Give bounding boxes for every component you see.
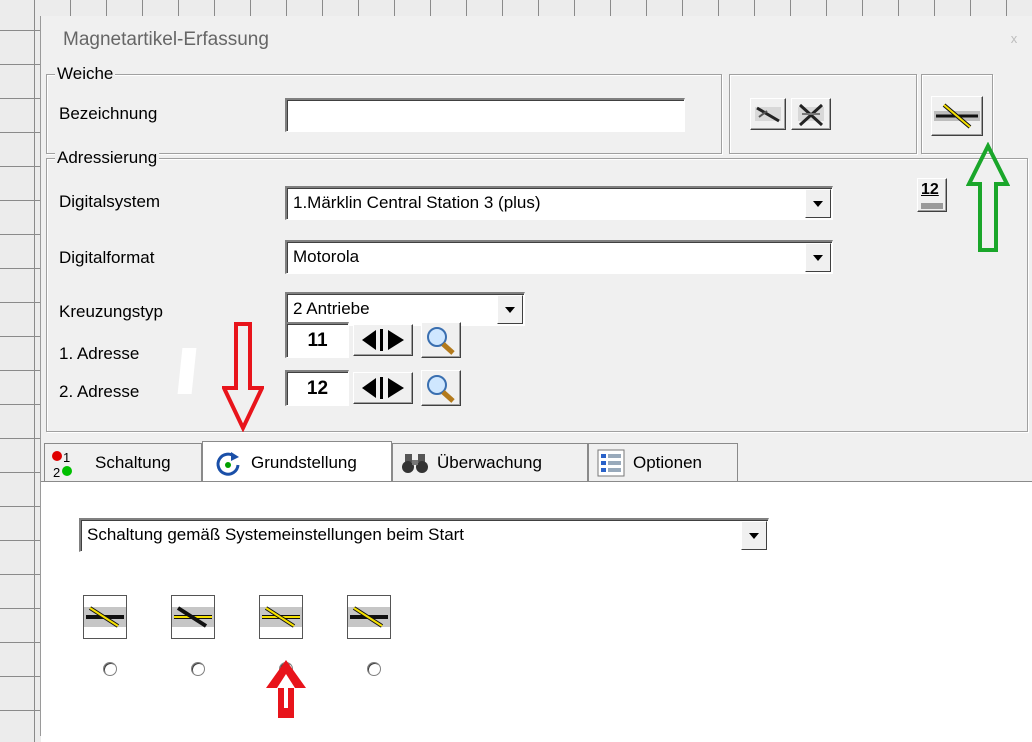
options-list-icon — [597, 449, 625, 477]
magnifier-icon — [427, 327, 455, 355]
digitalformat-select[interactable]: Motorola — [285, 240, 833, 274]
turnout-preview-button[interactable] — [931, 96, 983, 136]
tab-optionen-label: Optionen — [633, 453, 702, 472]
position-4-radio[interactable] — [367, 662, 381, 676]
kreuzungstyp-dropdown-button[interactable] — [497, 295, 523, 324]
tab-grundstellung[interactable]: Grundstellung — [202, 441, 392, 481]
position-1-icon — [83, 595, 127, 639]
binoculars-icon — [402, 454, 428, 473]
turnout-cross-icon — [755, 106, 781, 123]
digitalformat-label: Digitalformat — [59, 248, 155, 267]
digitalsystem-select[interactable]: 1.Märklin Central Station 3 (plus) — [285, 186, 833, 220]
delete-turnout-button[interactable] — [791, 98, 831, 130]
close-button[interactable]: x — [999, 24, 1029, 54]
weiche-legend: Weiche — [55, 64, 116, 84]
turnout-preview-icon — [934, 103, 980, 129]
left-right-arrows-icon — [362, 377, 404, 399]
position-1-radio[interactable] — [103, 662, 117, 676]
red-down-arrow-icon — [222, 322, 264, 432]
tab-optionen[interactable]: Optionen — [588, 443, 738, 481]
magnifier-icon — [427, 375, 455, 403]
digitalsystem-dropdown-button[interactable] — [805, 189, 831, 218]
bezeichnung-input[interactable] — [285, 98, 685, 132]
tab-schaltung[interactable]: 1 2 Schaltung — [44, 443, 202, 481]
svg-text:1: 1 — [63, 450, 70, 465]
turnout-crossed-out-icon — [798, 103, 824, 127]
adressierung-legend: Adressierung — [55, 148, 160, 168]
position-4-icon — [347, 595, 391, 639]
disable-turnout-button[interactable] — [750, 98, 786, 130]
title-bar: Magnetartikel-Erfassung x — [41, 16, 1032, 62]
grundstellung-panel: Schaltung gemäß Systemeinstellungen beim… — [41, 481, 1032, 742]
tab-grundstellung-label: Grundstellung — [251, 453, 357, 472]
adresse1-search-button[interactable] — [421, 322, 461, 358]
grundstellung-mode-select[interactable]: Schaltung gemäß Systemeinstellungen beim… — [79, 518, 769, 552]
tab-ueberwachung[interactable]: Überwachung — [392, 443, 588, 481]
digitalformat-dropdown-button[interactable] — [805, 243, 831, 272]
address-badge-base — [921, 203, 943, 209]
red-up-arrow-icon — [266, 660, 306, 718]
adresse1-field[interactable]: 11 — [285, 322, 349, 358]
grundstellung-mode-dropdown-button[interactable] — [741, 521, 767, 550]
green-up-arrow-icon — [966, 142, 1010, 252]
adresse2-label: 2. Adresse — [59, 382, 140, 401]
tab-schaltung-label: Schaltung — [95, 453, 171, 472]
window-title: Magnetartikel-Erfassung — [63, 29, 269, 50]
position-2-icon — [171, 595, 215, 639]
address-number-button[interactable]: 12 — [917, 178, 947, 212]
adresse1-stepper[interactable] — [353, 324, 413, 356]
svg-text:2: 2 — [53, 465, 60, 479]
red-green-12-icon: 1 2 — [52, 450, 72, 479]
position-2-radio[interactable] — [191, 662, 205, 676]
position-3-icon — [259, 595, 303, 639]
left-right-arrows-icon — [362, 329, 404, 351]
bezeichnung-label: Bezeichnung — [59, 104, 158, 123]
adresse2-field[interactable]: 12 — [285, 370, 349, 406]
kreuzungstyp-select[interactable]: 2 Antriebe — [285, 292, 525, 326]
tab-ueberwachung-label: Überwachung — [437, 453, 542, 472]
address-badge-text: 12 — [921, 181, 939, 198]
adresse1-label: 1. Adresse — [59, 344, 140, 363]
adresse2-search-button[interactable] — [421, 370, 461, 406]
adresse2-stepper[interactable] — [353, 372, 413, 404]
digitalsystem-label: Digitalsystem — [59, 192, 161, 211]
kreuzungstyp-label: Kreuzungstyp — [59, 302, 163, 321]
rotate-arrow-icon — [216, 452, 240, 476]
